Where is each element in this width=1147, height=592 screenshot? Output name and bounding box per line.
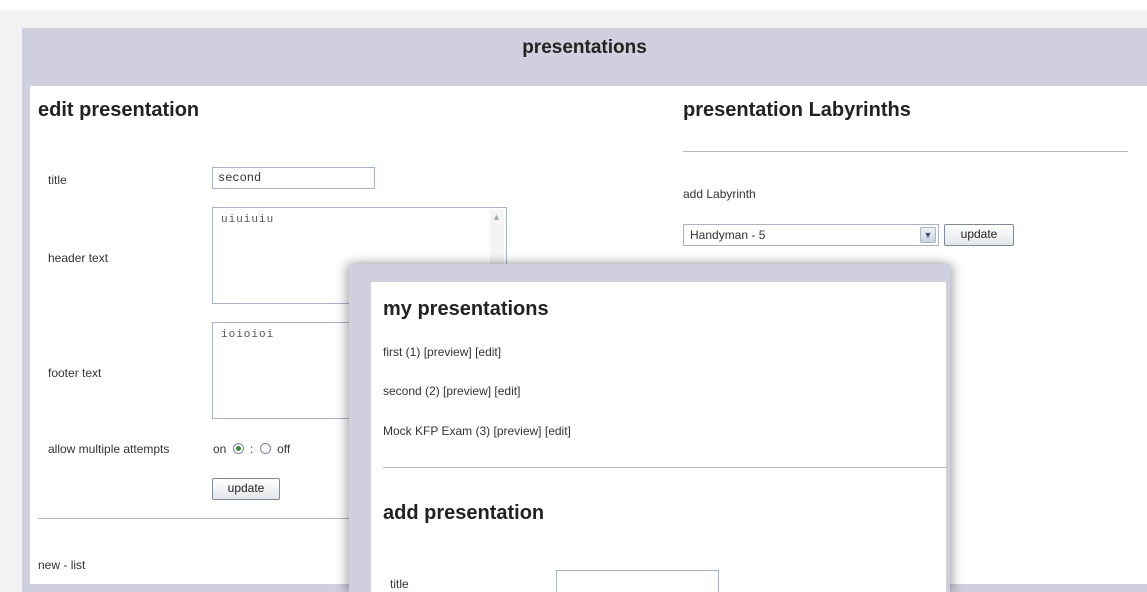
presentation-item: second (2) [preview] [edit] bbox=[383, 384, 520, 398]
attempts-off-label: off bbox=[277, 442, 291, 456]
labyrinth-update-button[interactable]: update bbox=[944, 224, 1014, 246]
presentation-item: Mock KFP Exam (3) [preview] [edit] bbox=[383, 424, 571, 438]
labyrinth-select-value: Handyman - 5 bbox=[690, 228, 766, 242]
preview-link[interactable]: [preview] bbox=[493, 424, 541, 438]
footer-links-separator: - bbox=[60, 558, 71, 572]
presentation-name: second (2) bbox=[383, 384, 440, 398]
presentation-name: first (1) bbox=[383, 345, 421, 359]
my-presentations-heading: my presentations bbox=[383, 298, 549, 320]
presentation-name: Mock KFP Exam (3) bbox=[383, 424, 491, 438]
attempts-radio-group: on : off bbox=[213, 442, 290, 456]
chevron-up-icon[interactable]: ▲ bbox=[491, 212, 503, 224]
title-label: title bbox=[48, 173, 67, 187]
footer-text-value: ioioioi bbox=[221, 329, 275, 341]
preview-link[interactable]: [preview] bbox=[443, 384, 491, 398]
labyrinths-divider bbox=[683, 151, 1128, 152]
preview-link[interactable]: [preview] bbox=[424, 345, 472, 359]
presentation-item: first (1) [preview] [edit] bbox=[383, 345, 501, 359]
new-link[interactable]: new bbox=[38, 558, 60, 572]
header-text-value: uiuiuiu bbox=[221, 214, 275, 226]
footer-links: new - list bbox=[38, 558, 85, 572]
list-link[interactable]: list bbox=[71, 558, 86, 572]
chevron-down-icon[interactable]: ▼ bbox=[920, 227, 936, 243]
edit-link[interactable]: [edit] bbox=[494, 384, 520, 398]
header-text-label: header text bbox=[48, 251, 109, 265]
add-presentation-heading: add presentation bbox=[383, 502, 545, 524]
footer-text-label: footer text bbox=[48, 366, 102, 380]
window-title: presentations bbox=[522, 37, 647, 58]
edit-link[interactable]: [edit] bbox=[545, 424, 571, 438]
add-title-label: title bbox=[390, 577, 409, 591]
labyrinth-select[interactable]: Handyman - 5 ▼ bbox=[683, 224, 939, 246]
popup-divider bbox=[383, 467, 946, 468]
page-top-strip bbox=[0, 0, 1147, 10]
edit-divider bbox=[38, 518, 358, 519]
edit-link[interactable]: [edit] bbox=[475, 345, 501, 359]
attempts-off-radio[interactable] bbox=[259, 443, 271, 454]
edit-presentation-heading: edit presentation bbox=[38, 99, 200, 121]
attempts-on-label: on bbox=[213, 442, 227, 456]
presentation-labyrinths-heading: presentation Labyrinths bbox=[683, 99, 911, 121]
attempts-on-radio[interactable] bbox=[232, 443, 244, 454]
allow-multiple-attempts-label: allow multiple attempts bbox=[48, 442, 170, 456]
add-title-input[interactable] bbox=[556, 570, 719, 592]
attempts-separator: : bbox=[250, 442, 254, 456]
add-labyrinth-label: add Labyrinth bbox=[683, 187, 756, 201]
title-input[interactable]: second bbox=[212, 167, 375, 189]
footer-text-input[interactable]: ioioioi bbox=[212, 322, 352, 419]
edit-update-button[interactable]: update bbox=[212, 478, 280, 500]
